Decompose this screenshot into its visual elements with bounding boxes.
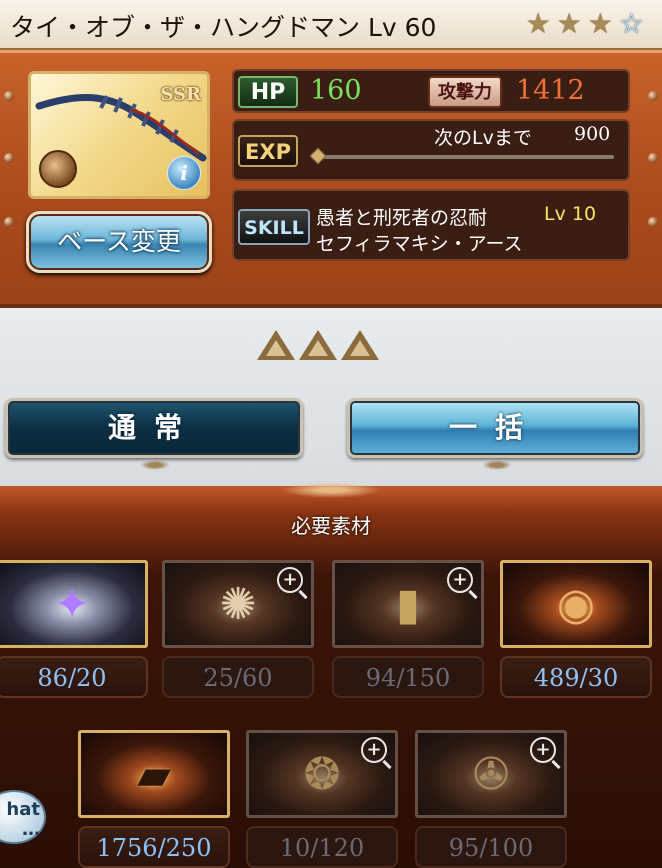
skill-tag: SKILL — [238, 209, 310, 245]
hp-value: 160 — [310, 75, 362, 106]
material-count: 10/120 — [246, 826, 398, 868]
materials-title: 必要素材 — [291, 514, 371, 538]
base-change-button[interactable]: ベース変更 — [26, 211, 212, 273]
chat-label: hat… — [6, 799, 40, 840]
material-tile[interactable]: ▮ + — [332, 560, 484, 648]
hp-tag: HP — [238, 76, 298, 108]
material-tile[interactable]: ▰ — [78, 730, 230, 818]
bulk-mode-button[interactable]: 一括 — [347, 398, 643, 458]
zoom-icon[interactable]: + — [530, 737, 556, 763]
skill-name: 愚者と刑死者の忍耐 — [316, 207, 488, 229]
skill-row[interactable]: SKILL 愚者と刑死者の忍耐 Lv 10 セフィラマキシ・アース — [232, 189, 630, 261]
star-icon: ★ — [587, 7, 613, 40]
attack-value: 1412 — [516, 75, 585, 106]
exp-row: EXP 次のLvまで 900 — [232, 119, 630, 181]
ornament-icon — [140, 460, 170, 470]
rivet-icon — [648, 153, 658, 163]
rivet-icon — [4, 217, 14, 227]
orb-medallion-icon: ◉ — [556, 579, 596, 630]
zoom-icon[interactable]: + — [277, 567, 303, 593]
material-count: 25/60 — [162, 656, 314, 698]
rarity-badge: SSR — [160, 84, 201, 105]
upgrade-section: 通常 一括 — [0, 308, 662, 486]
uncap-triangle-icon — [299, 330, 337, 360]
rivet-icon — [4, 91, 14, 101]
rivet-icon — [4, 153, 14, 163]
attack-tag: 攻撃力 — [428, 76, 502, 108]
ornament-icon — [281, 482, 381, 498]
materials-section: 必要素材 ✦ 86/20 ✺ + 25/60 ▮ + 94/150 ◉ 489/… — [0, 482, 662, 868]
earth-element-icon — [39, 150, 77, 188]
weapon-info-panel: SSR i ベース変更 HP 160 攻撃力 1412 EXP 次のLvまで 9… — [0, 50, 662, 308]
material-tile[interactable]: ◉ — [500, 560, 652, 648]
weapon-title: タイ・オブ・ザ・ハングドマン Lv 60 — [10, 13, 437, 42]
exp-knob-icon — [309, 147, 327, 165]
material-count: 489/30 — [500, 656, 652, 698]
ornament-icon — [482, 460, 512, 470]
star-icon: ★ — [525, 7, 551, 40]
normal-mode-button[interactable]: 通常 — [5, 398, 303, 458]
weapon-portrait[interactable]: SSR i — [28, 71, 210, 199]
material-count: 86/20 — [0, 656, 148, 698]
exp-bar — [309, 147, 614, 165]
material-tile[interactable]: ❂ + — [246, 730, 398, 818]
title-bar: タイ・オブ・ザ・ハングドマン Lv 60 ★ ★ ★ ☆ — [0, 0, 662, 50]
dark-crystal-icon: ✦ — [53, 579, 91, 630]
material-count: 95/100 — [415, 826, 567, 868]
rivet-icon — [648, 217, 658, 227]
star-empty-icon: ☆ — [618, 7, 644, 40]
stats-row: HP 160 攻撃力 1412 — [232, 69, 630, 113]
uncap-triangle-icon — [257, 330, 295, 360]
info-icon[interactable]: i — [167, 156, 201, 190]
material-count: 94/150 — [332, 656, 484, 698]
star-icon: ★ — [556, 7, 582, 40]
material-tile[interactable]: ✦ — [0, 560, 148, 648]
uncap-indicator — [257, 330, 379, 360]
material-tile[interactable]: ✺ + — [162, 560, 314, 648]
skill-level: Lv 10 — [544, 203, 597, 225]
next-level-value: 900 — [574, 123, 611, 145]
skill-subname: セフィラマキシ・アース — [316, 233, 523, 255]
exp-tag: EXP — [238, 135, 298, 167]
uncap-triangle-icon — [341, 330, 379, 360]
material-tile[interactable]: ✇ + — [415, 730, 567, 818]
rivet-icon — [648, 91, 658, 101]
zoom-icon[interactable]: + — [361, 737, 387, 763]
material-count: 1756/250 — [78, 826, 230, 868]
star-rating: ★ ★ ★ ☆ — [526, 10, 644, 38]
tablet-icon: ▰ — [137, 749, 171, 800]
chat-button[interactable]: hat… — [0, 790, 46, 844]
next-level-label: 次のLvまで — [434, 127, 532, 149]
zoom-icon[interactable]: + — [447, 567, 473, 593]
